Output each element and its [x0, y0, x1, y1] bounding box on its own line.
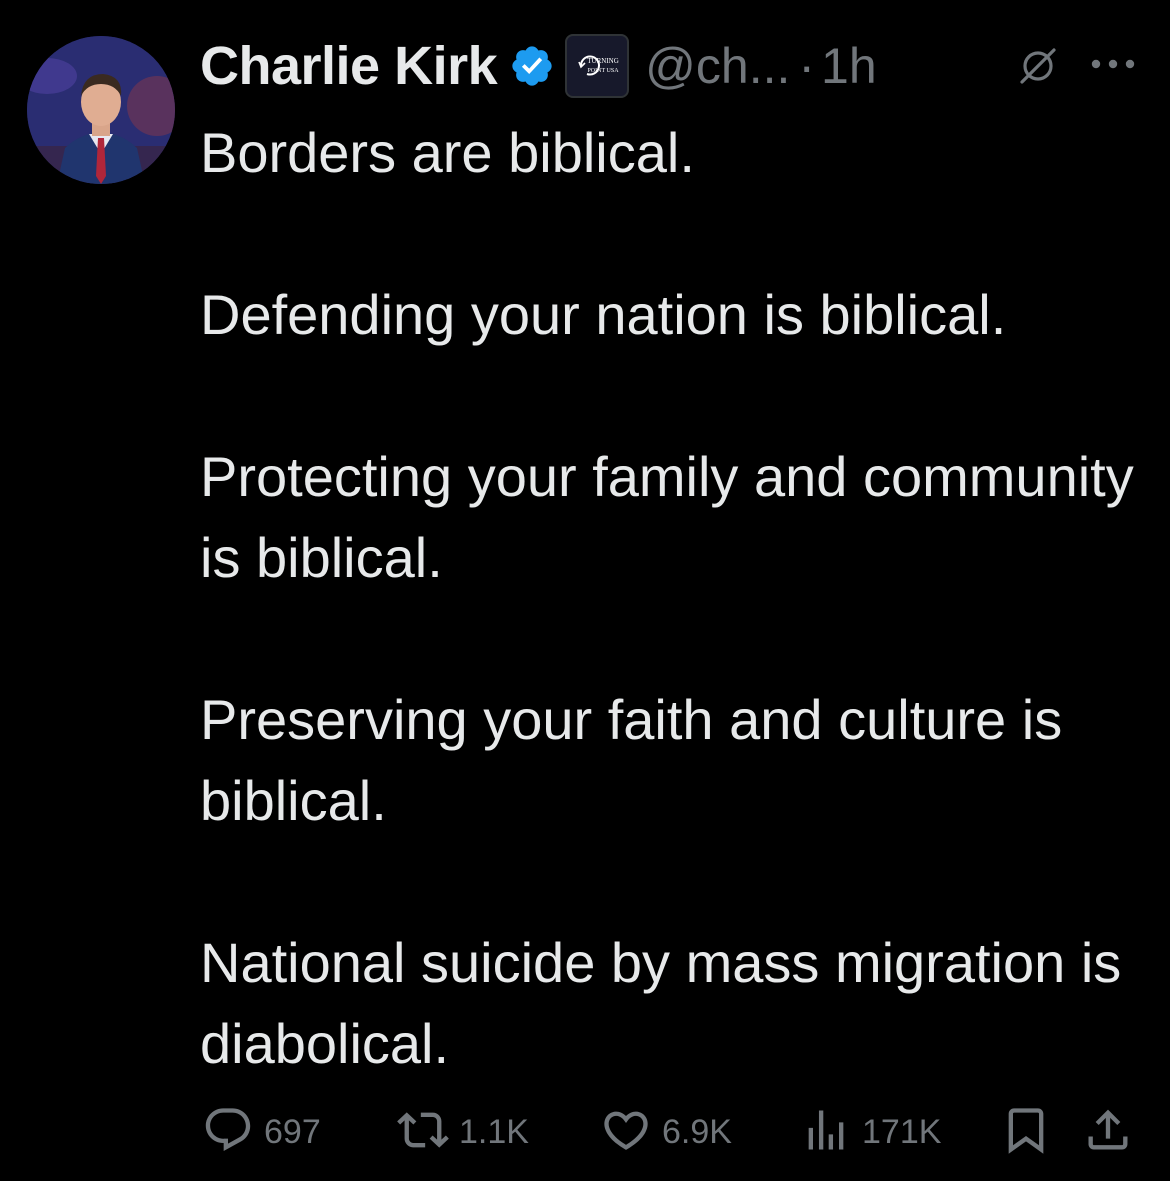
more-options-icon[interactable]: [1088, 56, 1138, 72]
tweet-paragraph: Preserving your faith and culture is bib…: [200, 688, 1063, 832]
tweet-paragraph: Defending your nation is biblical.: [200, 283, 1007, 346]
affiliate-badge[interactable]: TURNING POINT USA: [565, 34, 630, 98]
repost-button[interactable]: 1.1K: [397, 1100, 529, 1164]
reply-icon: [202, 1104, 254, 1161]
avatar[interactable]: [27, 36, 175, 184]
repost-count: 1.1K: [459, 1112, 529, 1151]
reply-count: 697: [264, 1112, 321, 1151]
user-handle[interactable]: @ch...: [645, 37, 790, 95]
bookmark-icon: [1000, 1104, 1052, 1161]
verified-badge-icon[interactable]: [509, 43, 555, 89]
repost-icon: [397, 1104, 449, 1161]
like-button[interactable]: 6.9K: [600, 1100, 732, 1164]
share-icon: [1082, 1104, 1134, 1161]
views-count: 171K: [862, 1112, 942, 1151]
separator-dot: ·: [798, 38, 816, 94]
grok-icon[interactable]: [1018, 46, 1058, 86]
tweet-paragraph: Borders are biblical.: [200, 121, 695, 184]
share-button[interactable]: [1082, 1100, 1134, 1164]
analytics-icon: [800, 1104, 852, 1161]
affiliate-text-1: TURNING: [587, 57, 619, 65]
like-count: 6.9K: [662, 1112, 732, 1151]
display-name[interactable]: Charlie Kirk: [200, 35, 498, 97]
tweet[interactable]: Charlie Kirk TURNING POINT USA @ch... · …: [0, 0, 1170, 1181]
action-bar: 697 1.1K 6.9K 171K: [200, 1100, 1140, 1164]
timestamp[interactable]: 1h: [821, 37, 877, 95]
affiliate-text-2: POINT USA: [588, 68, 620, 74]
tweet-text: Borders are biblical. Defending your nat…: [200, 112, 1140, 1084]
tweet-paragraph: Protecting your family and community is …: [200, 445, 1134, 589]
views-button[interactable]: 171K: [800, 1100, 941, 1164]
bookmark-button[interactable]: [1000, 1100, 1052, 1164]
tweet-paragraph: National suicide by mass migration is di…: [200, 931, 1122, 1075]
tweet-header: Charlie Kirk TURNING POINT USA @ch... · …: [200, 28, 877, 104]
reply-button[interactable]: 697: [202, 1100, 321, 1164]
heart-icon: [600, 1104, 652, 1161]
